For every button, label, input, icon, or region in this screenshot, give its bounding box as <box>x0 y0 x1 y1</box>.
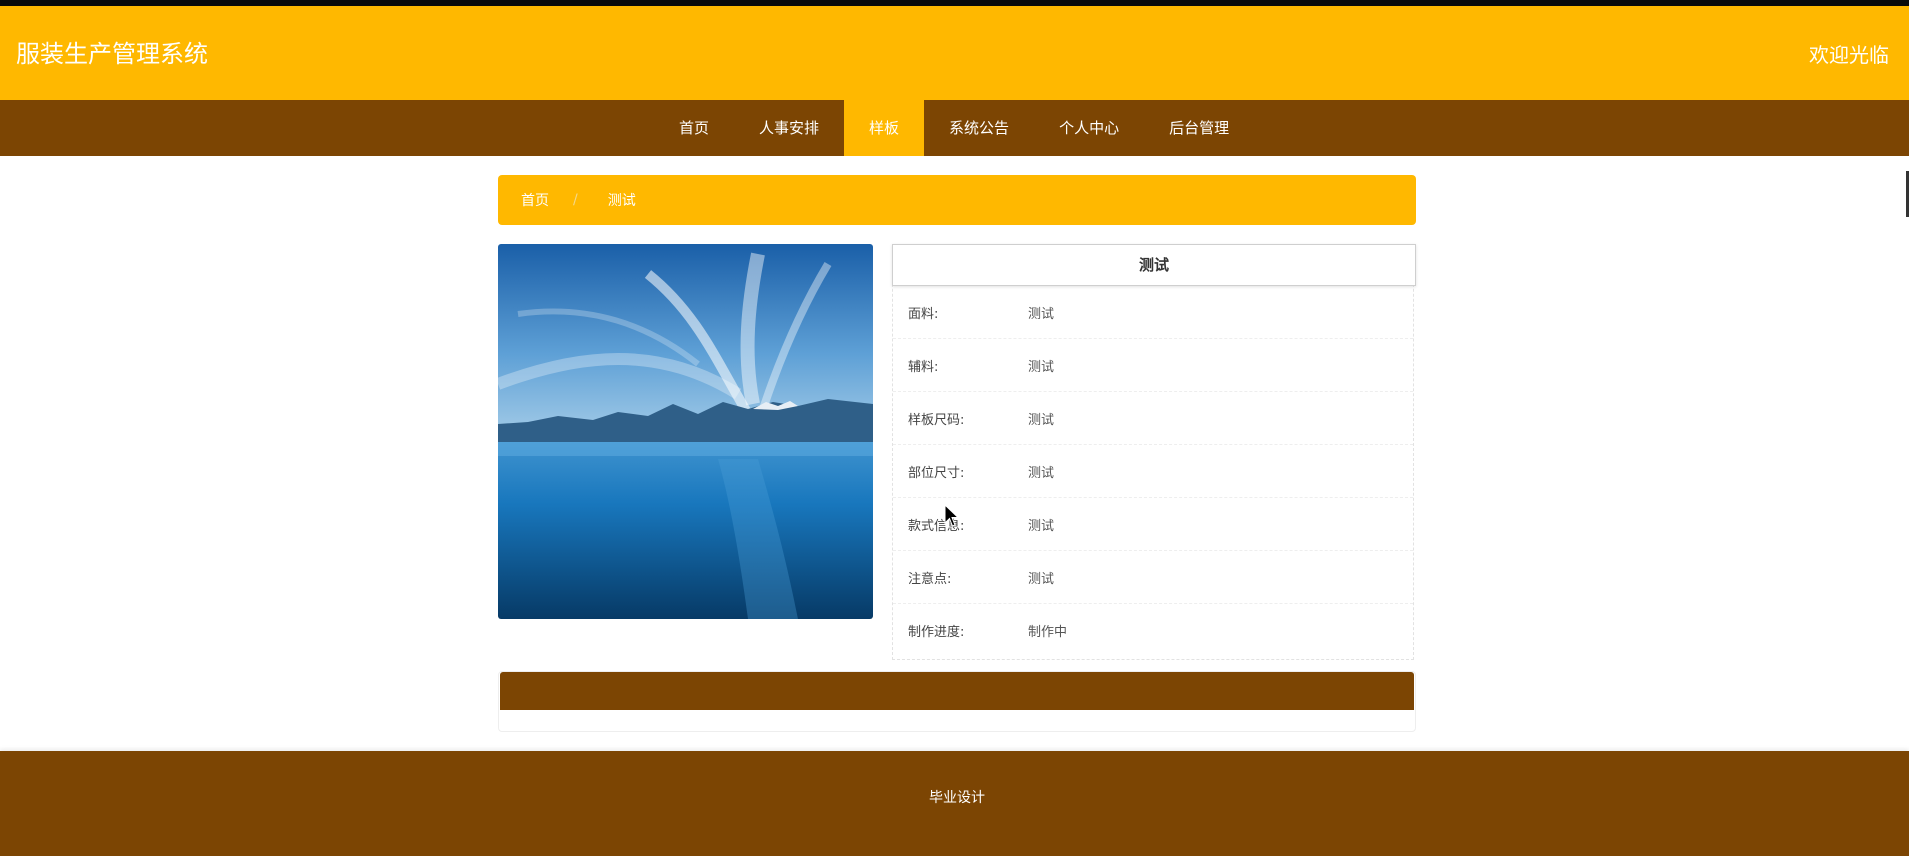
nav-item-profile[interactable]: 个人中心 <box>1034 100 1144 156</box>
comment-panel <box>498 671 1416 732</box>
detail-row-accessories: 辅料: 测试 <box>893 339 1413 392</box>
row-label: 制作进度: <box>908 625 965 640</box>
footer-text: 毕业设计 <box>929 790 985 806</box>
detail-row-measurements: 部位尺寸: 测试 <box>893 445 1413 498</box>
nav-item-home[interactable]: 首页 <box>654 100 734 156</box>
detail-row-fabric: 面料: 测试 <box>893 286 1413 339</box>
site-footer: 毕业设计 <box>0 751 1909 856</box>
row-label: 面料: <box>908 306 939 322</box>
nav-list: 首页 人事安排 样板 系统公告 个人中心 后台管理 <box>654 100 1254 156</box>
row-value: 制作中 <box>1028 625 1068 640</box>
nav-item-samples[interactable]: 样板 <box>844 100 925 156</box>
main-nav: 首页 人事安排 样板 系统公告 个人中心 后台管理 <box>0 100 1909 156</box>
detail-rows: 面料: 测试 辅料: 测试 样板尺码: 测试 部位尺寸: 测试 款式信息: 测试… <box>893 286 1413 657</box>
site-title[interactable]: 服装生产管理系统 <box>16 39 208 69</box>
row-value: 测试 <box>1028 571 1055 587</box>
nav-item-staffing[interactable]: 人事安排 <box>734 100 844 156</box>
breadcrumb: 首页 / 测试 <box>498 175 1416 225</box>
row-label: 部位尺寸: <box>908 465 965 481</box>
welcome-text: 欢迎光临 <box>1809 43 1889 67</box>
row-label: 款式信息: <box>908 518 965 534</box>
detail-row-progress: 制作进度: 制作中 <box>893 604 1413 657</box>
detail-row-size: 样板尺码: 测试 <box>893 392 1413 445</box>
row-value: 测试 <box>1028 465 1055 481</box>
nav-item-admin[interactable]: 后台管理 <box>1144 100 1254 156</box>
breadcrumb-separator: / <box>573 192 578 208</box>
row-label: 样板尺码: <box>908 412 965 428</box>
detail-title: 测试 <box>892 244 1416 286</box>
breadcrumb-current: 测试 <box>607 193 636 209</box>
row-value: 测试 <box>1028 306 1055 322</box>
row-label: 辅料: <box>908 359 939 375</box>
row-label: 注意点: <box>908 571 952 587</box>
sample-image <box>498 244 873 619</box>
row-value: 测试 <box>1028 518 1055 534</box>
nav-item-announcements[interactable]: 系统公告 <box>924 100 1034 156</box>
row-value: 测试 <box>1028 359 1055 375</box>
detail-row-notes: 注意点: 测试 <box>893 551 1413 604</box>
detail-row-style-info: 款式信息: 测试 <box>893 498 1413 551</box>
sample-detail-card: 测试 面料: 测试 辅料: 测试 样板尺码: 测试 部位尺寸: 测试 款式信息:… <box>892 244 1416 660</box>
mouse-cursor-icon <box>944 504 960 527</box>
breadcrumb-home-link[interactable]: 首页 <box>521 190 549 210</box>
comment-panel-header <box>500 672 1414 710</box>
landscape-image <box>498 244 873 619</box>
site-header: 服装生产管理系统 欢迎光临 <box>0 6 1909 100</box>
row-value: 测试 <box>1028 412 1055 428</box>
